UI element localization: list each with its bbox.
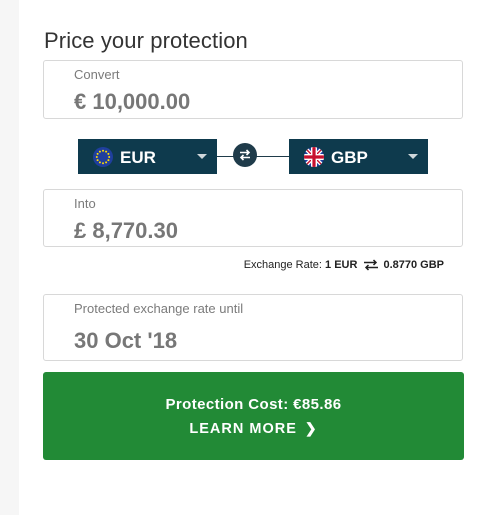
protected-until-date: 30 Oct '18 (74, 328, 178, 353)
to-currency-code: GBP (331, 148, 368, 167)
exchange-rate-from: 1 EUR (325, 259, 358, 271)
from-currency-code: EUR (120, 148, 156, 167)
chevron-down-icon (197, 154, 207, 159)
exchange-rate-label: Exchange Rate: (243, 259, 322, 271)
from-currency-select[interactable]: EUR (78, 139, 217, 174)
chevron-right-icon: ❯ (304, 420, 318, 436)
convert-amount-value[interactable]: € 10,000.00 (74, 89, 190, 115)
to-currency-select[interactable]: GBP (289, 139, 428, 174)
into-amount-field[interactable]: Into £ 8,770.30 (43, 189, 463, 247)
convert-amount-field[interactable]: Convert € 10,000.00 (43, 60, 463, 119)
page-title: Price your protection (44, 28, 248, 53)
swap-currencies-button[interactable] (233, 143, 257, 167)
chevron-down-icon (408, 154, 418, 159)
convert-label: Convert (74, 67, 120, 82)
protected-until-label: Protected exchange rate until (74, 301, 244, 316)
exchange-rate-line: Exchange Rate: 1 EUR 0.8770 GBP (244, 259, 444, 271)
protected-until-field[interactable]: Protected exchange rate until 30 Oct '18 (43, 294, 463, 361)
eu-flag-icon (93, 147, 113, 167)
learn-more-link[interactable]: LEARN MORE ❯ (43, 420, 464, 437)
into-label: Into (74, 196, 96, 211)
exchange-rate-to: 0.8770 GBP (383, 259, 444, 271)
exchange-arrows-icon (364, 259, 379, 271)
protection-cost-text: Protection Cost: €85.86 (165, 396, 342, 413)
uk-flag-icon (304, 147, 324, 167)
swap-arrows-icon (239, 149, 251, 161)
learn-more-label: LEARN MORE (189, 421, 297, 437)
protection-cost-button[interactable]: Protection Cost: €85.86 LEARN MORE ❯ (43, 372, 464, 460)
into-amount-value: £ 8,770.30 (74, 218, 178, 243)
